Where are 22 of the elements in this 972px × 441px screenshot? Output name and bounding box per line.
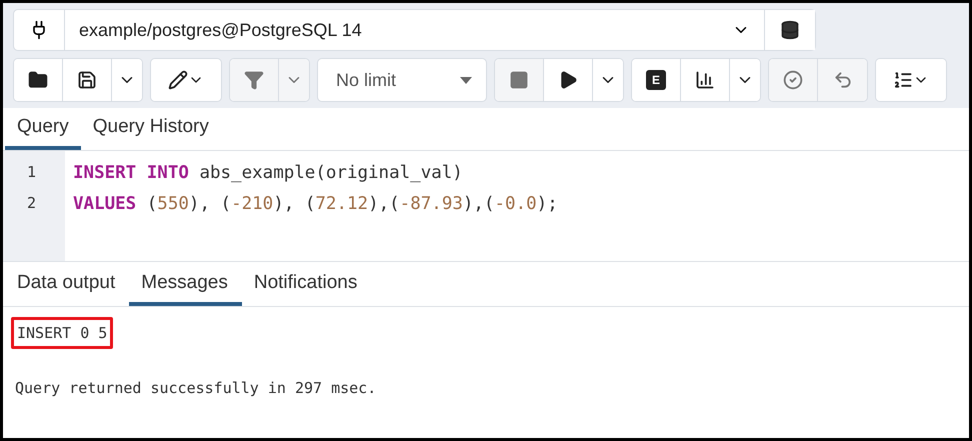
code-line: VALUES (550), (-210), (72.12),(-87.93),(-0.0); [73,194,558,216]
message-text: Query returned successfully in 297 msec. [14,379,378,397]
open-file-button[interactable] [14,59,63,101]
pencil-icon [168,70,188,90]
line-number: 1 [26,163,38,183]
caret-icon [460,76,472,84]
filter-icon [244,70,264,90]
line-number: 2 [26,194,38,214]
editor-tab[interactable]: Query History [80,108,221,150]
result-tab[interactable]: Data output [5,262,130,306]
message-text: INSERT 0 5 [11,317,114,349]
chart-icon [695,70,715,90]
result-tab[interactable]: Messages [129,262,242,306]
stop-icon [509,70,529,90]
folder-icon [28,70,48,90]
numbered-list-icon [893,70,913,90]
result-tab[interactable]: Notifications [242,262,372,306]
database-icon [780,20,800,40]
row-limit-select[interactable]: No limit [317,58,487,102]
explain-button[interactable]: E [632,59,681,101]
code-line: INSERT INTO abs_example(original_val) [73,163,464,185]
save-icon [77,70,97,90]
